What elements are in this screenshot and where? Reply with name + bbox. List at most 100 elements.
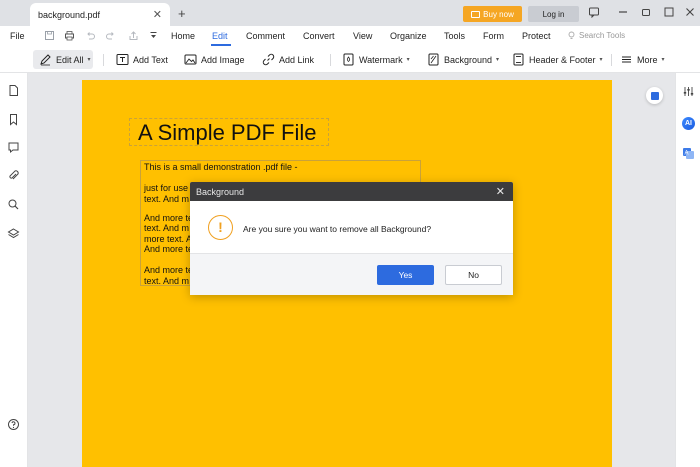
save-icon[interactable] (44, 30, 55, 41)
page-thumbnail-icon[interactable] (7, 84, 20, 97)
background-label: Background (444, 54, 493, 65)
header-footer-icon (513, 53, 524, 66)
background-icon (428, 53, 439, 66)
header-footer-button[interactable]: Header & Footer ▾ (512, 50, 603, 69)
menu-form[interactable]: Form (483, 31, 504, 41)
document-title[interactable]: A Simple PDF File (129, 118, 329, 146)
dialog-title: Background (196, 186, 245, 197)
feedback-icon[interactable] (588, 6, 600, 19)
background-button[interactable]: Background ▾ (427, 50, 499, 69)
toolbar-divider (330, 54, 331, 66)
watermark-label: Watermark (359, 54, 403, 65)
dialog-message: Are you sure you want to remove all Back… (243, 224, 432, 234)
dialog-close-icon[interactable]: ✕ (496, 185, 505, 198)
text-line: And more te (144, 265, 194, 275)
menu-bar: File Home Edit Comment Convert View Orga… (0, 26, 700, 46)
title-bar: background.pdf ✕ + Buy now Log in (0, 0, 700, 26)
close-window-icon[interactable] (684, 6, 696, 18)
log-in-button[interactable]: Log in (528, 6, 579, 22)
svg-text:A: A (685, 151, 689, 157)
header-footer-label: Header & Footer (529, 54, 596, 65)
yes-button[interactable]: Yes (377, 265, 434, 285)
share-icon[interactable] (128, 30, 139, 41)
more-caret-icon: ▾ (661, 57, 665, 63)
text-line: This is a small demonstration .pdf file … (144, 162, 298, 172)
edit-square-icon (650, 91, 659, 100)
restore-icon[interactable] (640, 6, 652, 18)
comment-icon[interactable] (7, 141, 20, 154)
text-line: And more te (144, 213, 194, 223)
menu-home[interactable]: Home (171, 31, 195, 41)
search-tools-label: Search Tools (579, 31, 626, 40)
dialog-footer: Yes No (190, 253, 513, 295)
more-label: More (637, 54, 658, 65)
buy-now-button[interactable]: Buy now (463, 6, 522, 22)
image-icon (184, 54, 197, 65)
header-footer-caret-icon: ▾ (599, 57, 603, 63)
print-icon[interactable] (64, 30, 75, 41)
translate-icon[interactable]: A (682, 147, 695, 160)
remove-background-dialog: Background ✕ ! Are you sure you want to … (190, 182, 513, 295)
undo-icon[interactable] (85, 30, 96, 41)
menu-edit[interactable]: Edit (212, 31, 228, 41)
bulb-icon (568, 31, 575, 39)
edit-all-label: Edit All (56, 54, 84, 65)
link-icon (262, 53, 275, 66)
help-icon[interactable] (7, 418, 20, 431)
menu-protect[interactable]: Protect (522, 31, 551, 41)
menu-file[interactable]: File (10, 31, 25, 41)
search-icon[interactable] (7, 198, 20, 211)
add-image-label: Add Image (201, 54, 245, 65)
minimize-icon[interactable] (617, 6, 629, 18)
dialog-header: Background ✕ (190, 182, 513, 201)
more-icon (622, 56, 631, 63)
new-tab-button[interactable]: + (178, 6, 186, 21)
tab-label: background.pdf (38, 9, 101, 20)
left-sidebar (0, 73, 28, 467)
warning-icon: ! (208, 215, 233, 240)
text-line: And more te (144, 244, 194, 254)
text-line: just for use (144, 183, 189, 193)
add-text-label: Add Text (133, 54, 168, 65)
search-tools[interactable]: Search Tools (567, 31, 625, 40)
edit-all-button[interactable]: Edit All ▾ (33, 50, 93, 69)
add-link-button[interactable]: Add Link (262, 50, 314, 69)
floating-edit-button[interactable] (646, 87, 663, 104)
text-line: text. And m (144, 223, 190, 233)
add-image-button[interactable]: Add Image (184, 50, 245, 69)
watermark-caret-icon: ▾ (406, 57, 410, 63)
menu-comment[interactable]: Comment (246, 31, 285, 41)
background-caret-icon: ▾ (496, 57, 500, 63)
watermark-button[interactable]: Watermark ▾ (342, 50, 410, 69)
no-button[interactable]: No (445, 265, 502, 285)
menu-view[interactable]: View (353, 31, 372, 41)
menu-convert[interactable]: Convert (303, 31, 335, 41)
menu-tools[interactable]: Tools (444, 31, 465, 41)
toolbar-divider (103, 54, 104, 66)
edit-all-caret-icon: ▾ (87, 57, 91, 63)
attachment-icon[interactable] (7, 169, 20, 182)
ai-assistant-icon[interactable]: AI (682, 117, 695, 130)
properties-icon[interactable] (682, 85, 695, 98)
layers-icon[interactable] (7, 227, 20, 240)
bookmark-icon[interactable] (7, 113, 20, 126)
watermark-icon (343, 53, 354, 66)
quick-access-dropdown-icon[interactable] (148, 30, 159, 41)
text-line: more text. A (144, 234, 193, 244)
redo-icon[interactable] (105, 30, 116, 41)
toolbar-divider (611, 54, 612, 66)
text-line: text. And m (144, 276, 190, 286)
text-line: text. And m (144, 194, 190, 204)
tab-close-icon[interactable]: ✕ (153, 8, 162, 21)
cart-icon (471, 10, 481, 18)
maximize-icon[interactable] (663, 6, 675, 18)
menu-organize[interactable]: Organize (390, 31, 427, 41)
more-button[interactable]: More ▾ (620, 50, 665, 69)
pen-icon (40, 54, 51, 66)
edit-toolbar: Edit All ▾ Add Text Add Image Add Link W… (0, 46, 700, 73)
right-sidebar: AI A (675, 73, 700, 467)
text-box-icon (116, 54, 129, 65)
document-tab[interactable]: background.pdf ✕ (30, 3, 170, 26)
add-text-button[interactable]: Add Text (116, 50, 168, 69)
add-link-label: Add Link (279, 54, 315, 65)
